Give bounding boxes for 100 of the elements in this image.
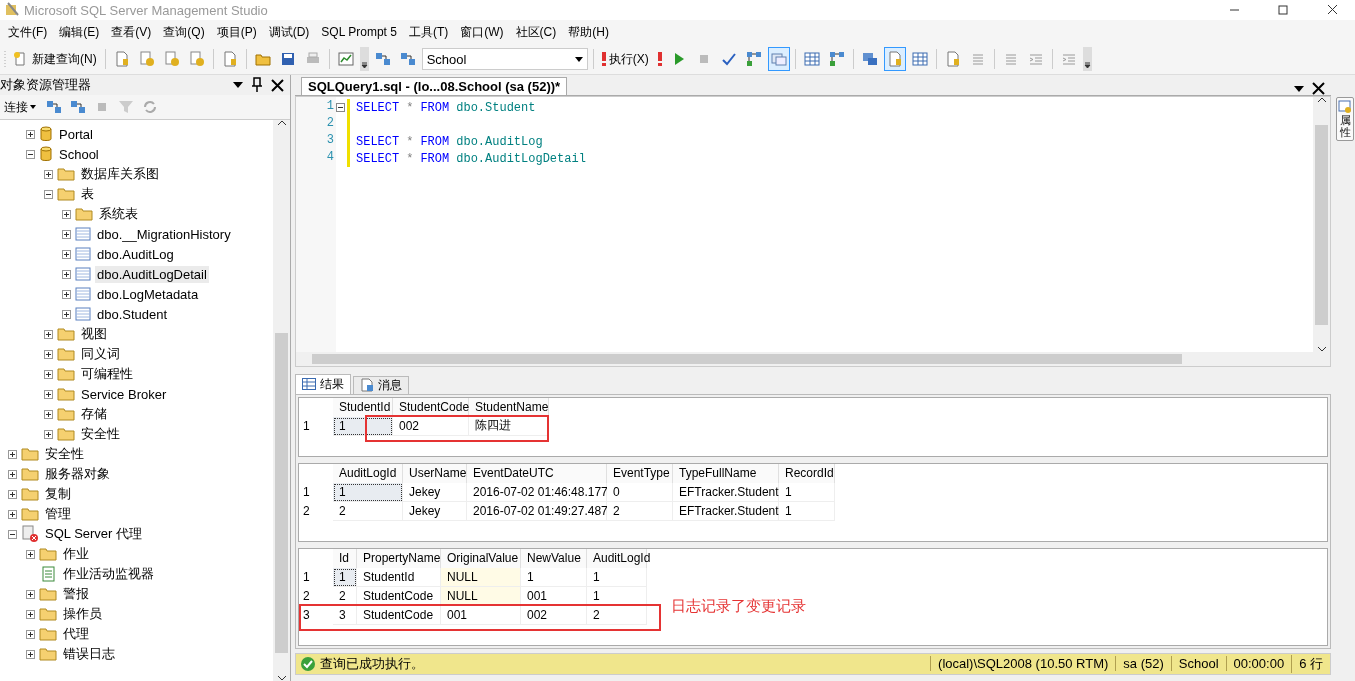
expand-icon[interactable] (44, 429, 53, 439)
collapse-icon[interactable] (26, 149, 35, 159)
column-header[interactable]: PropertyName (357, 548, 441, 568)
collapse-icon[interactable] (336, 103, 345, 112)
column-header[interactable]: NewValue (521, 548, 587, 568)
properties-tab[interactable]: 属性 (1336, 97, 1354, 142)
close-icon[interactable] (1312, 82, 1325, 95)
tree-item[interactable]: 操作员 (61, 604, 104, 624)
execute-button[interactable]: 执行(X) (598, 47, 652, 71)
tree-item[interactable]: 存储 (79, 404, 109, 424)
column-header[interactable]: StudentId (333, 397, 393, 417)
menu-item[interactable]: 编辑(E) (53, 23, 106, 41)
expand-icon[interactable] (8, 489, 17, 499)
column-header[interactable]: RecordId (779, 463, 835, 483)
pin-icon[interactable] (251, 77, 263, 93)
connect-button[interactable]: 连接 (2, 98, 38, 116)
expand-icon[interactable] (62, 249, 71, 259)
menu-item[interactable]: 帮助(H) (562, 23, 615, 41)
tree-item[interactable]: 警报 (61, 584, 91, 604)
column-header[interactable]: EventDateUTC (467, 463, 607, 483)
menu-item[interactable]: SQL Prompt 5 (315, 25, 403, 39)
tree-item[interactable]: 视图 (79, 324, 109, 344)
menu-item[interactable]: 调试(D) (262, 23, 316, 41)
tree-item[interactable]: 管理 (43, 504, 73, 524)
tree-item[interactable]: 错误日志 (61, 644, 117, 664)
menu-item[interactable]: 查询(Q) (157, 23, 211, 41)
column-header[interactable]: TypeFullName (673, 463, 779, 483)
scrollbar[interactable] (1313, 97, 1330, 353)
menu-item[interactable]: 文件(F) (2, 23, 54, 41)
tree-item[interactable]: 同义词 (79, 344, 122, 364)
tree-item[interactable]: dbo.AuditLogDetail (95, 265, 209, 283)
close-icon[interactable] (271, 78, 284, 92)
tree-item[interactable]: 代理 (61, 624, 91, 644)
expand-icon[interactable] (44, 409, 53, 419)
expand-icon[interactable] (62, 269, 71, 279)
new-query-button[interactable]: 新建查询(N) (10, 47, 100, 71)
results-tab[interactable]: 消息 (353, 375, 409, 394)
tree-item[interactable]: 数据库关系图 (79, 164, 161, 184)
expand-icon[interactable] (26, 629, 35, 639)
database-select[interactable]: School (421, 48, 588, 70)
expand-icon[interactable] (44, 389, 53, 399)
expand-icon[interactable] (26, 129, 35, 139)
column-header[interactable]: AuditLogId (333, 463, 403, 483)
column-header[interactable]: OriginalValue (441, 548, 521, 568)
dropdown-icon[interactable] (1294, 85, 1304, 92)
expand-icon[interactable] (44, 329, 53, 339)
tree-item[interactable]: dbo.LogMetadata (95, 285, 201, 303)
expand-icon[interactable] (44, 169, 53, 179)
tree-item[interactable]: 安全性 (79, 424, 122, 444)
expand-icon[interactable] (26, 589, 35, 599)
expand-icon[interactable] (62, 209, 71, 219)
tree-item[interactable]: dbo.Student (95, 305, 170, 323)
expand-icon[interactable] (8, 469, 17, 479)
tree-item[interactable]: 复制 (43, 484, 73, 504)
menu-item[interactable]: 工具(T) (402, 23, 455, 41)
menu-item[interactable]: 窗口(W) (454, 23, 510, 41)
scroll-down-icon[interactable] (1316, 346, 1327, 353)
collapse-icon[interactable] (44, 189, 53, 199)
expand-icon[interactable] (62, 309, 71, 319)
overflow-icon[interactable] (1082, 47, 1092, 71)
tree-item[interactable]: Portal (57, 125, 95, 143)
menu-item[interactable]: 项目(P) (210, 23, 263, 41)
expand-icon[interactable] (62, 289, 71, 299)
results-tab[interactable]: 结果 (295, 373, 351, 394)
column-header[interactable]: UserName (403, 463, 467, 483)
tree-item[interactable]: 作业 (61, 544, 91, 564)
tree-item[interactable]: 作业活动监视器 (61, 564, 156, 584)
tree-item[interactable]: School (57, 145, 101, 163)
tree-item[interactable]: 表 (79, 184, 96, 204)
tree-item[interactable]: 服务器对象 (43, 464, 112, 484)
document-tab[interactable]: SQLQuery1.sql - (lo...08.School (sa (52))* (301, 77, 568, 95)
expand-icon[interactable] (26, 609, 35, 619)
tree-item[interactable]: 安全性 (43, 444, 86, 464)
collapse-icon[interactable] (8, 529, 17, 539)
toolbar-button[interactable] (767, 47, 790, 71)
scroll-up-icon[interactable] (1316, 97, 1327, 103)
tree-item[interactable]: Service Broker (79, 385, 169, 403)
scrollbar[interactable] (296, 352, 1330, 367)
menu-item[interactable]: 社区(C) (509, 23, 563, 41)
column-header[interactable]: Id (333, 548, 357, 568)
scroll-up-icon[interactable] (276, 120, 287, 126)
expand-icon[interactable] (8, 509, 17, 519)
expand-icon[interactable] (26, 649, 35, 659)
tree-item[interactable]: 系统表 (97, 204, 140, 224)
expand-icon[interactable] (8, 449, 17, 459)
menu-item[interactable]: 查看(V) (105, 23, 158, 41)
toolbar-button[interactable] (883, 47, 906, 71)
tree-item[interactable]: SQL Server 代理 (43, 524, 145, 544)
tree-item[interactable]: dbo.__MigrationHistory (95, 225, 233, 243)
tree-item[interactable]: dbo.AuditLog (95, 245, 176, 263)
expand-icon[interactable] (26, 549, 35, 559)
expand-icon[interactable] (44, 349, 53, 359)
dropdown-icon[interactable] (233, 82, 243, 88)
expand-icon[interactable] (44, 369, 53, 379)
tree-item[interactable]: 可编程性 (79, 364, 135, 384)
code-editor[interactable]: 1 2 3 4 SELECT * FROM dbo.Student SELECT * FROM dbo.AuditLog SELECT * FROM dbo.AuditLogDetail (295, 96, 1331, 368)
column-header[interactable]: EventType (607, 463, 673, 483)
scroll-down-icon[interactable] (276, 675, 287, 681)
overflow-icon[interactable] (359, 47, 369, 71)
expand-icon[interactable] (62, 229, 71, 239)
